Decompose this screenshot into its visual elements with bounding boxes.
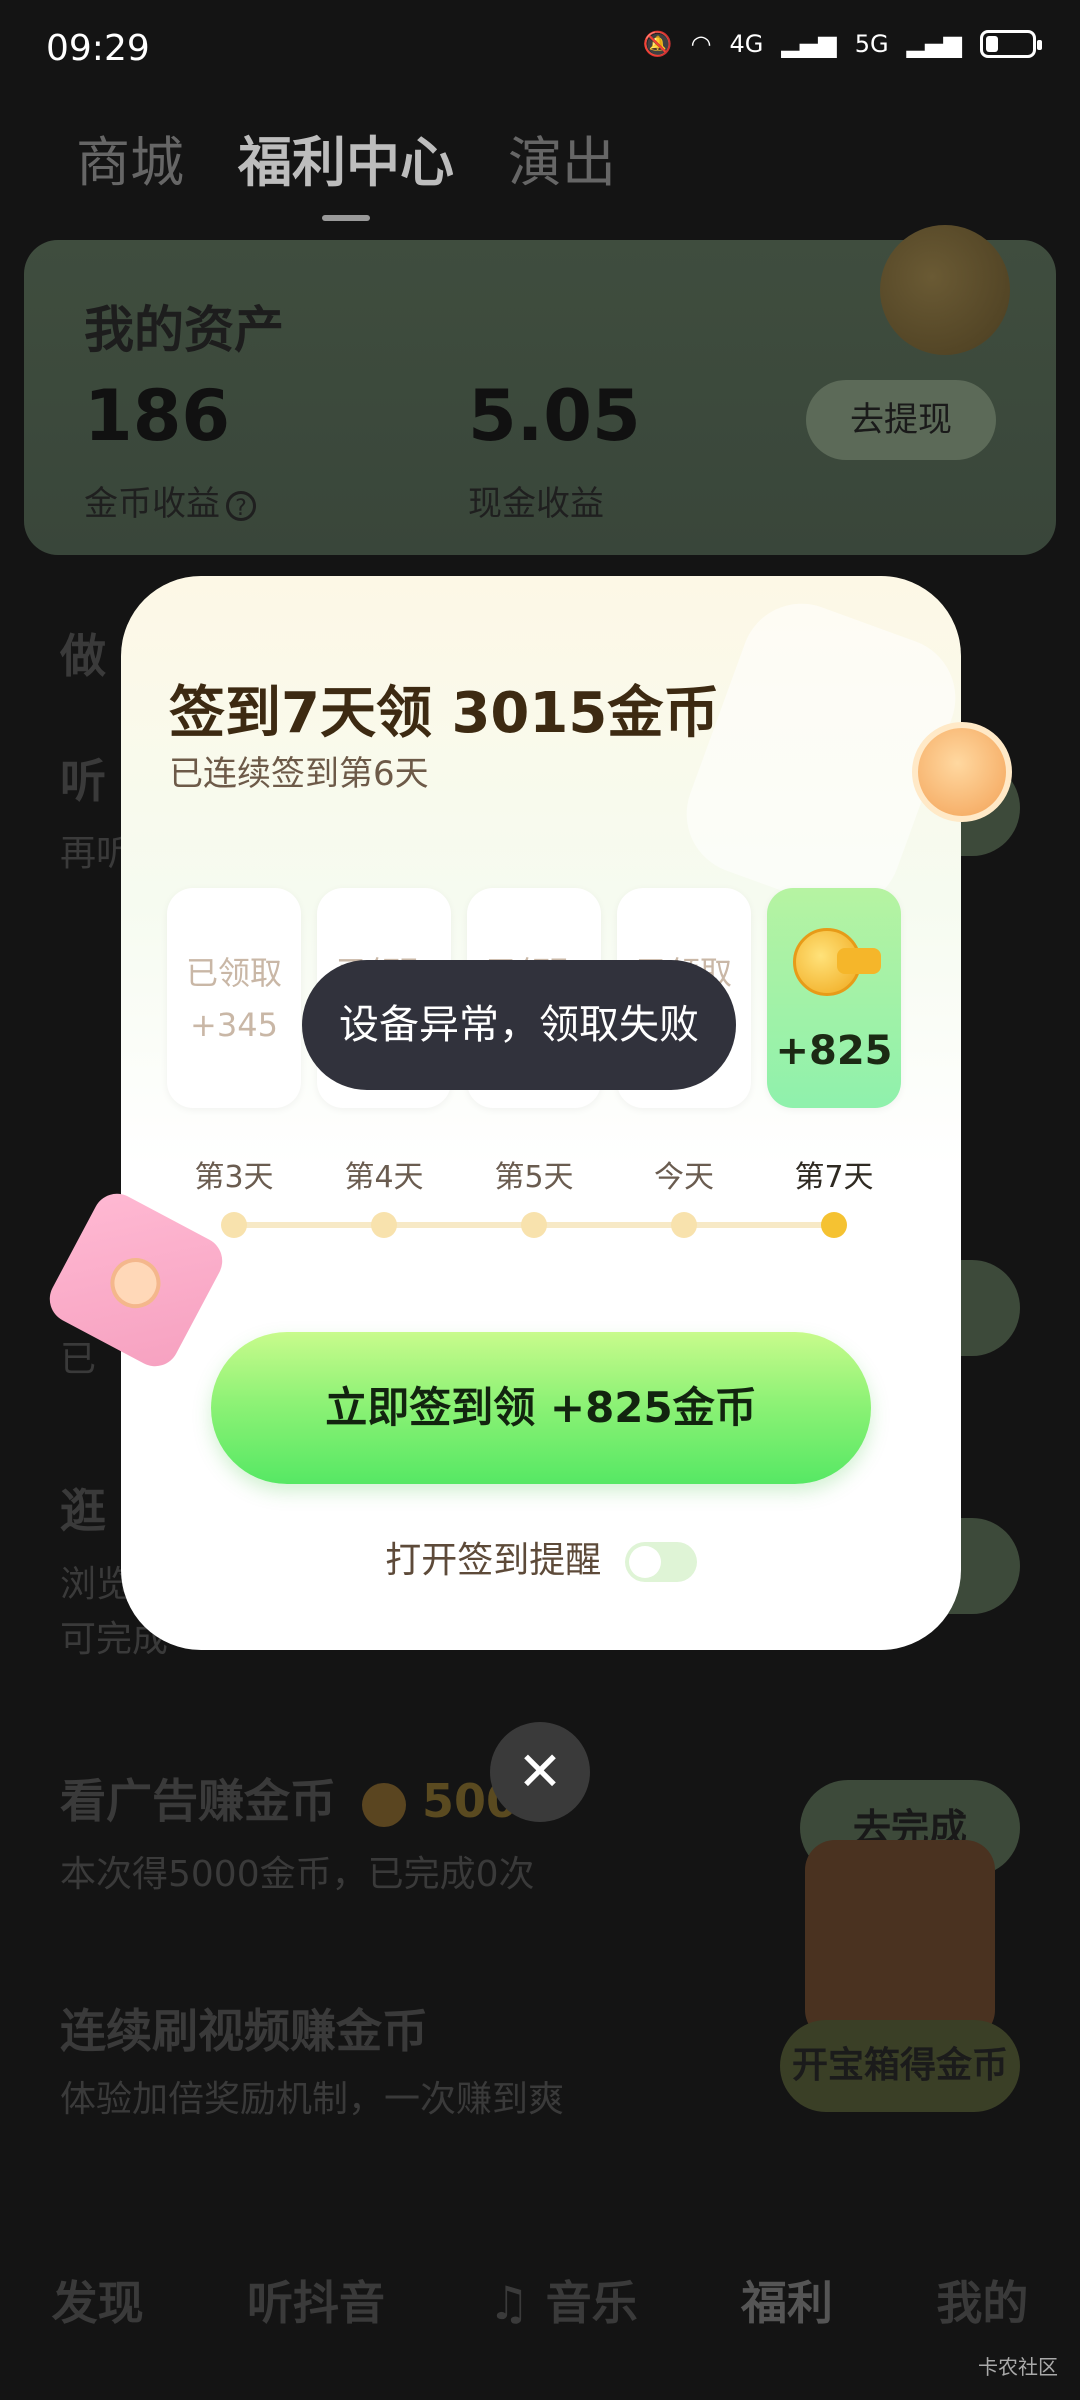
day-points: +345 — [190, 1006, 278, 1044]
coin-earnings-label-row: 金币收益? — [84, 476, 256, 525]
section-title-partial: 做 — [60, 629, 106, 683]
tab-shows[interactable]: 演出 — [508, 118, 616, 197]
watermark: 卡农社区 — [978, 2355, 1058, 2379]
nav-music-label: 音乐 — [545, 2276, 638, 2330]
treasure-chest-label[interactable]: 开宝箱得金币 — [780, 2020, 1020, 2112]
headline-prefix: 签到7天领 — [169, 681, 452, 746]
progress-dot-current — [821, 1212, 847, 1238]
coin-icon — [362, 1782, 407, 1827]
cash-earnings-value: 5.05 — [468, 375, 641, 457]
coin-earnings-value: 186 — [84, 375, 231, 457]
close-icon[interactable]: ✕ — [490, 1722, 590, 1822]
gold-coin-icon — [880, 225, 1010, 355]
floating-coin-icon — [912, 722, 1012, 822]
day-label: 第3天 — [194, 1160, 274, 1195]
checkin-claim-button[interactable]: 立即签到领 +825金币 — [211, 1332, 871, 1484]
day-labels: 第3天 第4天 第5天 今天 第7天 — [167, 1152, 913, 1202]
nav-music[interactable]: ♫ 音乐 — [488, 2267, 637, 2333]
treasure-chest-icon — [805, 1840, 995, 2040]
treasure-chest[interactable]: 开宝箱得金币 — [780, 1820, 1020, 2112]
microphone-icon: ♫ — [488, 2276, 530, 2330]
reminder-label: 打开签到提醒 — [385, 1540, 602, 1581]
day-card-7: +825 — [767, 888, 901, 1108]
nav-listen-douyin[interactable]: 听抖音 — [247, 2267, 385, 2333]
cash-earnings-label: 现金收益 — [468, 484, 604, 524]
help-icon[interactable]: ? — [226, 490, 256, 521]
coin-stack-icon — [837, 948, 881, 974]
checkin-streak: 已连续签到第6天 — [169, 754, 429, 794]
progress-dot — [221, 1212, 247, 1238]
video-task-sub: 体验加倍奖励机制，一次赚到爽 — [60, 2079, 565, 2120]
toggle-knob — [628, 1546, 661, 1578]
video-task-title: 连续刷视频赚金币 — [60, 2004, 428, 2058]
listen-task-title-partial: 听 — [60, 754, 106, 808]
ad-task-title: 看广告赚金币 — [60, 1774, 336, 1828]
progress-dot — [371, 1212, 397, 1238]
day-status: 已领取 — [185, 954, 282, 992]
nav-welfare[interactable]: 福利 — [741, 2267, 833, 2333]
assets-title: 我的资产 — [84, 290, 284, 362]
checkin-reminder-row: 打开签到提醒 — [121, 1531, 961, 1583]
day-points: +825 — [775, 1028, 893, 1074]
nav-me[interactable]: 我的 — [936, 2267, 1028, 2333]
top-tabs: 商城 福利中心 演出 — [76, 118, 616, 221]
nav-discover[interactable]: 发现 — [52, 2267, 144, 2333]
error-toast: 设备异常，领取失败 — [302, 960, 736, 1090]
progress-dot — [671, 1212, 697, 1238]
bottom-navigation: 发现 听抖音 ♫ 音乐 福利 我的 — [0, 2240, 1080, 2360]
coin-earnings-label: 金币收益 — [84, 484, 220, 524]
tab-welfare-center[interactable]: 福利中心 — [238, 118, 454, 221]
day-label: 今天 — [654, 1160, 714, 1195]
envelope-seal — [101, 1249, 170, 1317]
day-label: 第4天 — [344, 1160, 424, 1195]
ad-task-sub: 本次得5000金币，已完成0次 — [60, 1854, 535, 1895]
ad-task-title-row: 看广告赚金币 500 — [60, 1765, 518, 1831]
headline-amount: 3015金币 — [451, 681, 720, 746]
reminder-toggle[interactable] — [624, 1542, 697, 1582]
misc-task-sub-partial: 已 — [60, 1339, 97, 1380]
withdraw-button[interactable]: 去提现 — [806, 380, 996, 460]
checkin-modal: 签到7天领 3015金币 已连续签到第6天 已领取 +345 已领取 已领取 已… — [121, 576, 961, 1650]
day-card-3: 已领取 +345 — [167, 888, 301, 1108]
day-label: 第7天 — [794, 1160, 874, 1195]
progress-dot — [521, 1212, 547, 1238]
browse-task-title-partial: 逛 — [60, 1484, 106, 1538]
checkin-headline: 签到7天领 3015金币 — [169, 668, 719, 749]
tab-mall[interactable]: 商城 — [76, 118, 184, 197]
day-label: 第5天 — [494, 1160, 574, 1195]
